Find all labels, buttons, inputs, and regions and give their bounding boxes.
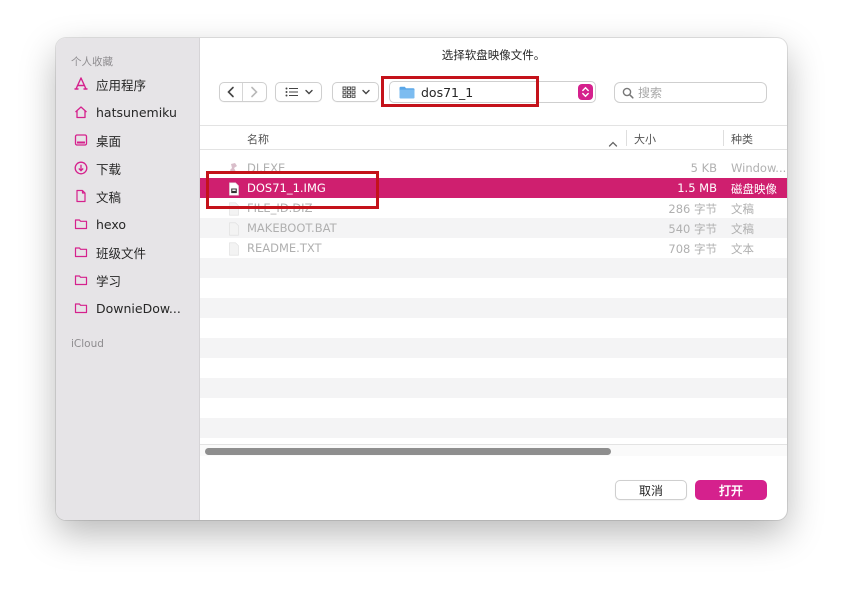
list-icon [285, 87, 298, 97]
table-row[interactable]: MAKEBOOT.BAT 540 字节 文稿 [200, 218, 787, 238]
folder-icon [74, 301, 88, 315]
chevron-down-icon [304, 89, 313, 95]
applications-icon [74, 77, 88, 91]
file-size: 1.5 MB [677, 181, 717, 195]
column-header-size[interactable]: 大小 [634, 131, 656, 147]
back-button[interactable] [220, 83, 242, 101]
column-separator[interactable] [723, 130, 724, 146]
location-stepper[interactable] [578, 84, 593, 100]
desktop-icon [74, 133, 88, 147]
chevron-updown-icon [582, 86, 589, 98]
table-row[interactable]: README.TXT 708 字节 文本 [200, 238, 787, 258]
annotation-box [206, 171, 379, 209]
sidebar-item-label: 应用程序 [96, 77, 147, 93]
column-separator[interactable] [626, 130, 627, 146]
chevron-left-icon [227, 86, 234, 98]
chevron-down-icon [361, 89, 370, 95]
file-kind: 文稿 [731, 222, 754, 236]
file-browser: 选择软盘映像文件。 dos71_1 搜索 名称 大小 种类 DI.EXE 5 K… [200, 38, 787, 520]
empty-row [200, 398, 787, 418]
sidebar-item-label: 文稿 [96, 189, 122, 205]
home-icon [74, 105, 88, 119]
sidebar-item-label: 班级文件 [96, 245, 147, 261]
cancel-button[interactable]: 取消 [615, 480, 687, 500]
sidebar-item-label: 桌面 [96, 133, 122, 149]
forward-button[interactable] [243, 83, 265, 101]
nav-buttons [219, 82, 267, 102]
sidebar-heading-icloud: iCloud [71, 338, 104, 350]
folder-icon [74, 217, 88, 231]
file-name: README.TXT [247, 241, 322, 255]
empty-row [200, 378, 787, 398]
empty-row [200, 278, 787, 298]
sidebar-item-hexo[interactable]: hexo [74, 212, 196, 236]
empty-row [200, 318, 787, 338]
sidebar-heading-favorites: 个人收藏 [71, 56, 113, 68]
chevron-right-icon [251, 86, 258, 98]
grid-icon [342, 86, 355, 98]
chevron-up-icon[interactable] [608, 133, 618, 152]
horizontal-scrollbar[interactable] [200, 444, 787, 456]
file-kind: Window... [731, 161, 787, 175]
sidebar-item-applications[interactable]: 应用程序 [74, 72, 196, 96]
sidebar-item-study[interactable]: 学习 [74, 268, 196, 292]
dialog-title: 选择软盘映像文件。 [441, 48, 546, 62]
text-file-icon [228, 221, 240, 236]
sidebar-item-label: 下载 [96, 161, 122, 177]
table-header: 名称 大小 种类 [200, 125, 787, 150]
folder-icon [74, 245, 88, 259]
file-kind: 文稿 [731, 202, 754, 216]
empty-row [200, 338, 787, 358]
search-placeholder: 搜索 [638, 86, 663, 100]
file-name: MAKEBOOT.BAT [247, 221, 337, 235]
search-icon [622, 87, 634, 99]
scrollbar-thumb[interactable] [205, 448, 611, 455]
grid-view-button[interactable] [332, 82, 379, 102]
search-field[interactable]: 搜索 [614, 82, 767, 103]
folder-icon [74, 273, 88, 287]
empty-row [200, 258, 787, 278]
sidebar-item-label: hexo [96, 216, 127, 232]
file-size: 708 字节 [668, 242, 717, 256]
file-size: 540 字节 [668, 222, 717, 236]
empty-row [200, 358, 787, 378]
open-file-dialog: 个人收藏 应用程序 hatsunemiku 桌面 下载 文稿 hexo 班级文件… [56, 38, 787, 520]
open-button[interactable]: 打开 [695, 480, 767, 500]
sidebar-item-class-files[interactable]: 班级文件 [74, 240, 196, 264]
file-kind: 磁盘映像 [731, 182, 777, 196]
empty-row [200, 418, 787, 438]
sidebar: 个人收藏 应用程序 hatsunemiku 桌面 下载 文稿 hexo 班级文件… [56, 38, 200, 520]
column-header-kind[interactable]: 种类 [731, 131, 753, 147]
sidebar-item-home[interactable]: hatsunemiku [74, 100, 196, 124]
file-kind: 文本 [731, 242, 754, 256]
sidebar-item-label: 学习 [96, 273, 122, 289]
file-size: 286 字节 [668, 202, 717, 216]
downloads-icon [74, 161, 88, 175]
empty-row [200, 298, 787, 318]
sidebar-item-label: DownieDow... [96, 300, 181, 316]
sidebar-item-downloads[interactable]: 下载 [74, 156, 196, 180]
column-header-name[interactable]: 名称 [247, 131, 269, 147]
sidebar-item-documents[interactable]: 文稿 [74, 184, 196, 208]
text-file-icon [228, 241, 240, 256]
sidebar-item-label: hatsunemiku [96, 104, 177, 120]
annotation-box [381, 76, 539, 107]
document-icon [74, 189, 88, 203]
list-view-button[interactable] [275, 82, 322, 102]
sidebar-item-downie[interactable]: DownieDow... [74, 296, 196, 320]
file-size: 5 KB [690, 161, 717, 175]
sidebar-item-desktop[interactable]: 桌面 [74, 128, 196, 152]
